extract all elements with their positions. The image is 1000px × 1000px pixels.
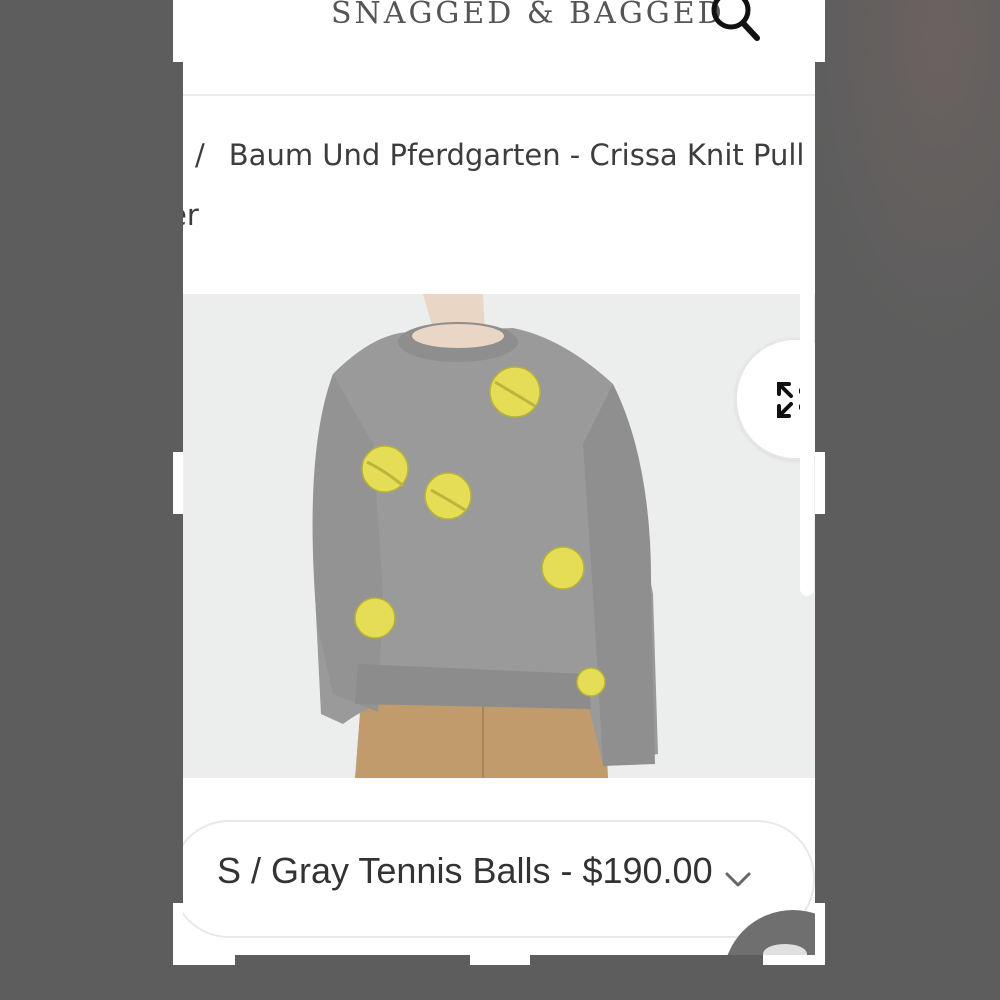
- site-header: SNAGGED & BAGGED: [183, 0, 815, 96]
- sweater-photo: [183, 294, 815, 778]
- crop-handle-right-mid[interactable]: [815, 452, 825, 514]
- variant-select[interactable]: S / Gray Tennis Balls - $190.00: [183, 820, 815, 938]
- crop-handle-bottom-left-v[interactable]: [173, 903, 183, 965]
- crop-handle-bottom-right-v[interactable]: [815, 903, 825, 965]
- variant-selected-value: S / Gray Tennis Balls - $190.00: [217, 850, 713, 891]
- breadcrumb-title-continuation: er: [183, 198, 199, 232]
- chevron-down-icon: [725, 872, 751, 887]
- product-image[interactable]: [183, 294, 815, 778]
- scrollbar-thumb[interactable]: [800, 232, 814, 596]
- search-icon: [711, 0, 760, 41]
- crop-handle-top-left-v[interactable]: [173, 0, 183, 62]
- chat-icon: [763, 944, 807, 955]
- chat-button[interactable]: [723, 910, 815, 955]
- breadcrumb: / Baum Und Pferdgarten - Crissa Knit Pull…: [183, 138, 815, 172]
- store-logo[interactable]: SNAGGED & BAGGED: [331, 0, 722, 31]
- cropped-page: SNAGGED & BAGGED / Baum Und Pferdgarten -…: [183, 0, 815, 955]
- backdrop: [800, 0, 1000, 360]
- crop-handle-bottom-mid[interactable]: [470, 955, 530, 965]
- breadcrumb-separator: /: [195, 138, 205, 172]
- breadcrumb-product-title: Baum Und Pferdgarten - Crissa Knit Pull …: [228, 138, 815, 172]
- crop-handle-left-mid[interactable]: [173, 452, 183, 514]
- crop-handle-top-right-v[interactable]: [815, 0, 825, 62]
- search-button[interactable]: [707, 0, 763, 46]
